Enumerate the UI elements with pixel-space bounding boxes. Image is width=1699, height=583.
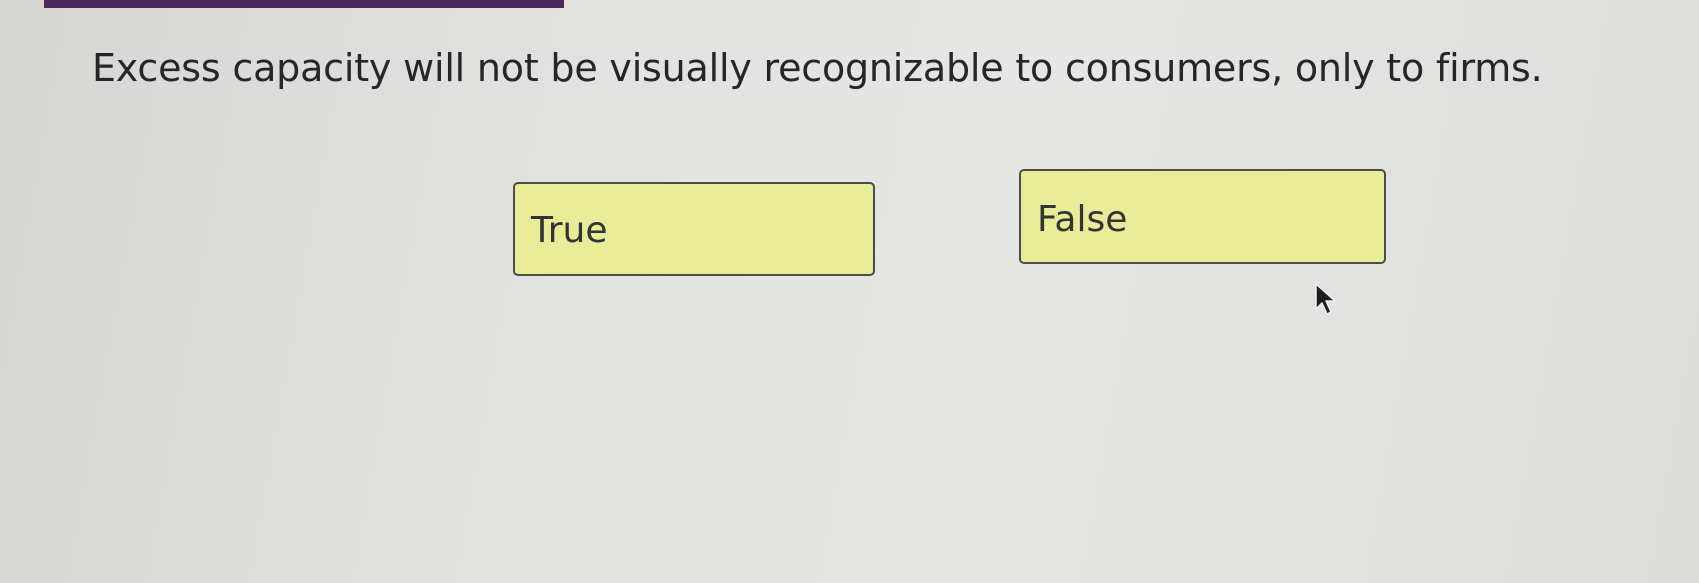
false-option-label: False xyxy=(1037,199,1128,240)
mouse-pointer-icon xyxy=(1315,283,1336,315)
question-text: Excess capacity will not be visually rec… xyxy=(92,46,1543,90)
true-option-label: True xyxy=(531,210,608,251)
true-option-button[interactable]: True xyxy=(513,182,875,276)
false-option-button[interactable]: False xyxy=(1019,169,1386,264)
header-accent-bar xyxy=(44,0,564,8)
